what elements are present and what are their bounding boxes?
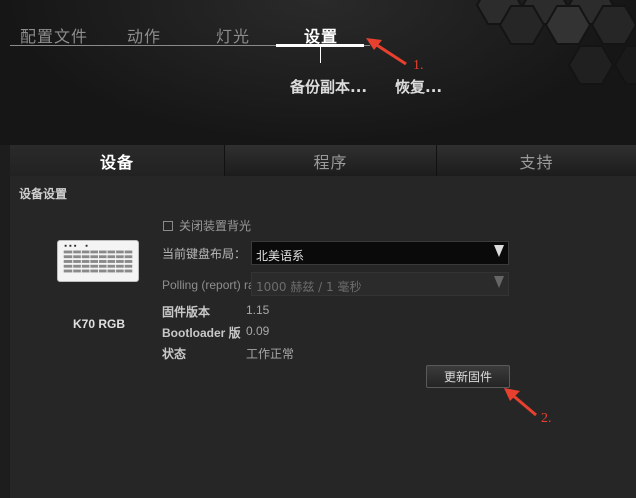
tab-programs[interactable]: 程序: [225, 145, 437, 176]
chevron-down-icon: [494, 245, 504, 257]
top-nav: 配置文件 动作 灯光 设置: [10, 22, 370, 46]
nav-item-actions[interactable]: 动作: [127, 23, 161, 47]
annotation-label-1: 1.: [413, 58, 424, 73]
annotation-arrow-1: [366, 38, 407, 66]
app-header: 配置文件 动作 灯光 设置 备份副本... 恢复... 1.: [0, 0, 636, 145]
tab-support[interactable]: 支持: [437, 145, 636, 176]
settings-panel: 设备 程序 支持 设备设置 K70 RGB 关闭装置背光 当前键盘布局： 北美语…: [10, 145, 636, 498]
restore-link[interactable]: 恢复...: [395, 76, 442, 97]
section-title: 设备设置: [19, 187, 68, 201]
firmware-label: 固件版本: [162, 305, 211, 319]
nav-submenu-connector: [320, 47, 321, 63]
disable-backlight-checkbox[interactable]: 关闭装置背光: [163, 217, 251, 234]
bootloader-label: Bootloader 版: [162, 326, 241, 340]
layout-select[interactable]: 北美语系: [251, 241, 509, 265]
status-value: 工作正常: [246, 347, 295, 361]
layout-label: 当前键盘布局：: [162, 247, 247, 261]
update-firmware-button[interactable]: 更新固件: [426, 365, 510, 388]
bootloader-value: 0.09: [246, 324, 270, 338]
chevron-down-icon: [494, 276, 504, 288]
keyboard-icon: [57, 240, 139, 282]
hexagon-decoration: [475, 0, 636, 85]
checkbox-box[interactable]: [163, 220, 173, 231]
layout-select-value: 北美语系: [256, 249, 305, 263]
nav-item-lighting[interactable]: 灯光: [216, 23, 250, 47]
nav-item-profiles[interactable]: 配置文件: [20, 23, 88, 47]
polling-rate-select[interactable]: 1000 赫兹 / 1 毫秒: [251, 272, 509, 296]
backup-link[interactable]: 备份副本...: [290, 76, 367, 97]
device-name: K70 RGB: [73, 317, 126, 331]
tab-bar: 设备 程序 支持: [10, 145, 636, 176]
tab-device[interactable]: 设备: [10, 145, 225, 176]
disable-backlight-label: 关闭装置背光: [179, 219, 252, 233]
status-label: 状态: [162, 347, 187, 361]
firmware-value: 1.15: [246, 303, 270, 317]
polling-select-value: 1000 赫兹 / 1 毫秒: [256, 280, 362, 294]
annotation-label-2: 2.: [541, 411, 552, 426]
annotation-arrow-2: [504, 388, 537, 417]
